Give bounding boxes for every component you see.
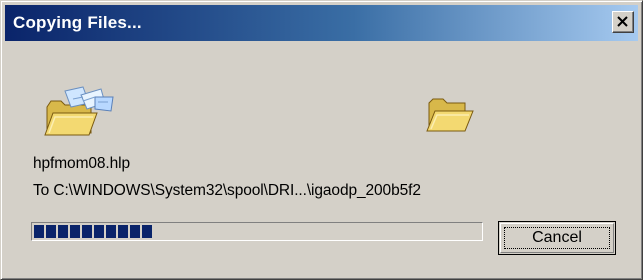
title-bar[interactable]: Copying Files... <box>5 5 638 41</box>
progress-block <box>82 225 92 238</box>
flying-papers-folder-icon <box>44 86 114 136</box>
open-folder-icon <box>426 98 474 132</box>
progress-block <box>94 225 104 238</box>
progress-block <box>118 225 128 238</box>
copy-progress-bar <box>31 222 483 241</box>
close-button[interactable] <box>612 11 634 33</box>
window-title: Copying Files... <box>13 13 142 32</box>
progress-block <box>46 225 56 238</box>
progress-block <box>34 225 44 238</box>
cancel-button[interactable]: Cancel <box>498 221 616 255</box>
progress-block <box>70 225 80 238</box>
cancel-button-label: Cancel <box>532 229 582 246</box>
progress-block <box>130 225 140 238</box>
close-icon <box>617 16 628 27</box>
progress-fill <box>34 225 152 238</box>
destination-path: To C:\WINDOWS\System32\spool\DRI...\igao… <box>33 182 421 199</box>
progress-block <box>58 225 68 238</box>
file-name: hpfmom08.hlp <box>33 155 131 172</box>
progress-block <box>142 225 152 238</box>
progress-block <box>106 225 116 238</box>
copying-files-dialog: Copying Files... hpfmom08.hlp To C:\WIND… <box>0 0 643 280</box>
